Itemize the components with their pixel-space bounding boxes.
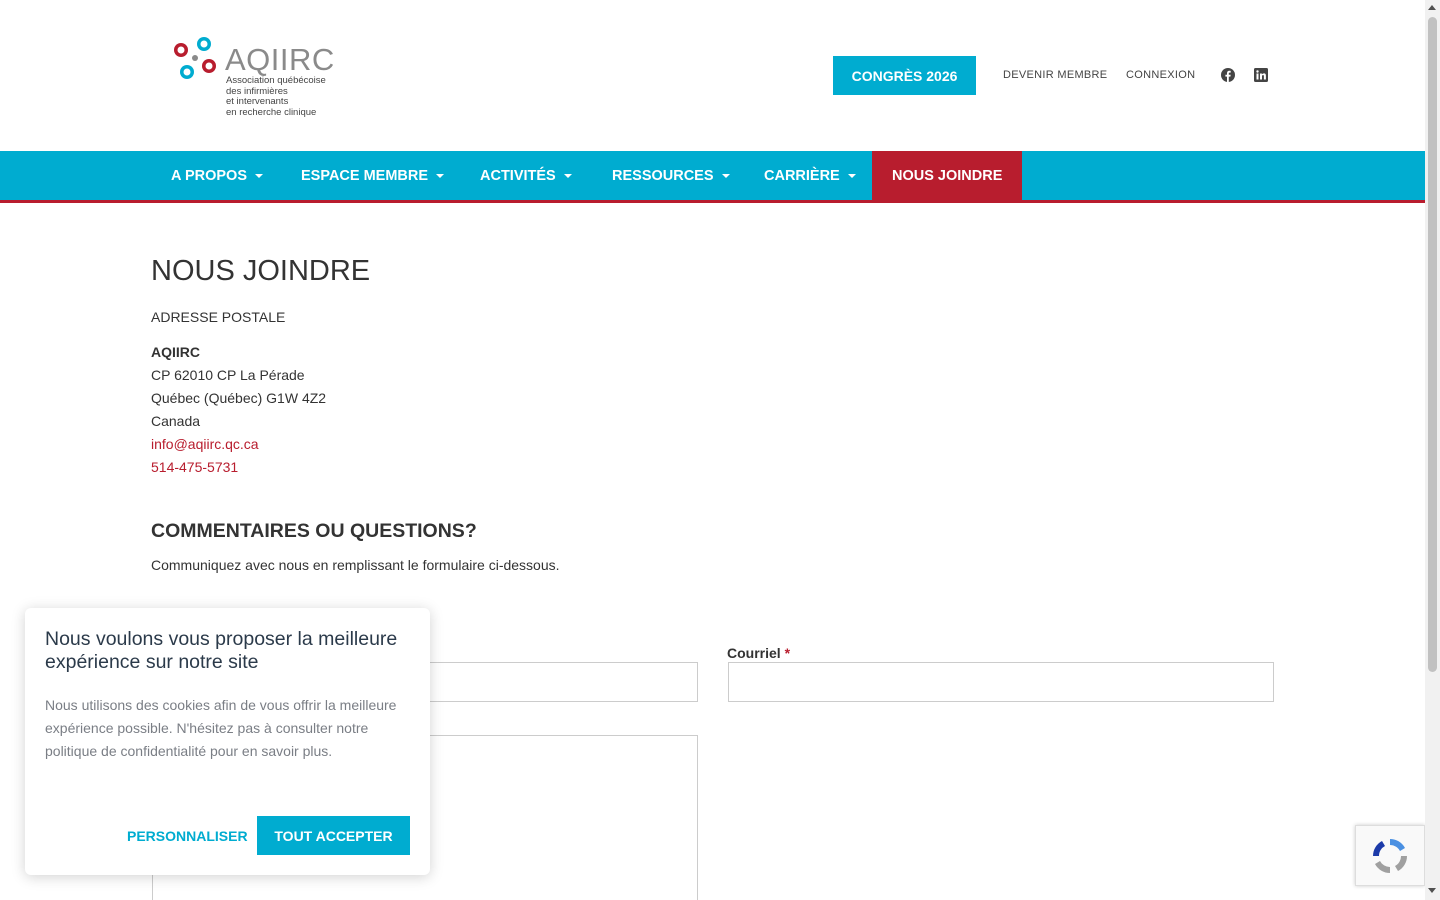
caret-down-icon	[847, 173, 856, 178]
nav-item-a-propos[interactable]: A PROPOS	[171, 151, 264, 200]
nav-item-espace-membre[interactable]: ESPACE MEMBRE	[301, 151, 445, 200]
address-line: Québec (Québec) G1W 4Z2	[151, 390, 327, 406]
cookie-title: Nous voulons vous proposer la meilleure …	[45, 628, 398, 673]
linkedin-icon[interactable]	[1254, 68, 1268, 82]
address-line: CP 62010 CP La Pérade	[151, 367, 305, 383]
caret-down-icon	[721, 173, 730, 178]
tout-accepter-button[interactable]: TOUT ACCEPTER	[257, 816, 410, 855]
logo-flower-icon	[174, 37, 216, 79]
personnaliser-button[interactable]: PERSONNALISER	[127, 816, 248, 855]
main-navigation: A PROPOS ESPACE MEMBRE ACTIVITÉS RESSOUR…	[0, 151, 1425, 200]
page-scrollbar[interactable]	[1425, 0, 1440, 900]
nav-bottom-border	[0, 200, 1425, 203]
nav-item-carriere[interactable]: CARRIÈRE	[764, 151, 856, 200]
section-subtitle: Communiquez avec nous en remplissant le …	[151, 557, 560, 573]
congres-2026-button[interactable]: CONGRÈS 2026	[833, 56, 976, 95]
nav-item-ressources[interactable]: RESSOURCES	[612, 151, 730, 200]
scroll-down-arrow-icon[interactable]	[1428, 888, 1436, 893]
section-title: COMMENTAIRES OU QUESTIONS?	[151, 520, 477, 542]
caret-down-icon	[255, 173, 264, 178]
site-logo[interactable]: AQIIRC Association québécoise des infirm…	[173, 36, 335, 118]
courriel-label: Courriel *	[727, 645, 791, 661]
cookie-text: Nous utilisons des cookies afin de vous …	[45, 697, 397, 759]
courriel-input[interactable]	[728, 662, 1274, 702]
postal-address: AQIIRC CP 62010 CP La Pérade Québec (Qué…	[151, 341, 326, 479]
email-link[interactable]: info@aqiirc.qc.ca	[151, 433, 326, 456]
address-org: AQIIRC	[151, 344, 200, 360]
nav-item-activites[interactable]: ACTIVITÉS	[480, 151, 572, 200]
caret-down-icon	[436, 173, 445, 178]
page-title: NOUS JOINDRE	[151, 255, 371, 287]
logo-subtitle: Association québécoise des infirmières e…	[226, 75, 326, 118]
connexion-link[interactable]: CONNEXION	[1126, 69, 1195, 81]
required-mark: *	[784, 645, 791, 661]
address-label: ADRESSE POSTALE	[151, 309, 286, 325]
phone-link[interactable]: 514-475-5731	[151, 456, 326, 479]
cookie-consent-popup: Nous voulons vous proposer la meilleure …	[25, 608, 430, 875]
recaptcha-icon	[1373, 838, 1407, 873]
recaptcha-badge[interactable]	[1355, 825, 1425, 886]
scroll-up-arrow-icon[interactable]	[1428, 5, 1436, 10]
nav-item-nous-joindre[interactable]: NOUS JOINDRE	[872, 151, 1023, 200]
site-header: AQIIRC Association québécoise des infirm…	[0, 0, 1425, 151]
scroll-thumb[interactable]	[1428, 17, 1437, 672]
facebook-icon[interactable]	[1221, 68, 1235, 82]
caret-down-icon	[563, 173, 572, 178]
address-line: Canada	[151, 413, 201, 429]
devenir-membre-link[interactable]: DEVENIR MEMBRE	[1003, 69, 1107, 81]
logo-wordmark: AQIIRC	[225, 42, 335, 77]
